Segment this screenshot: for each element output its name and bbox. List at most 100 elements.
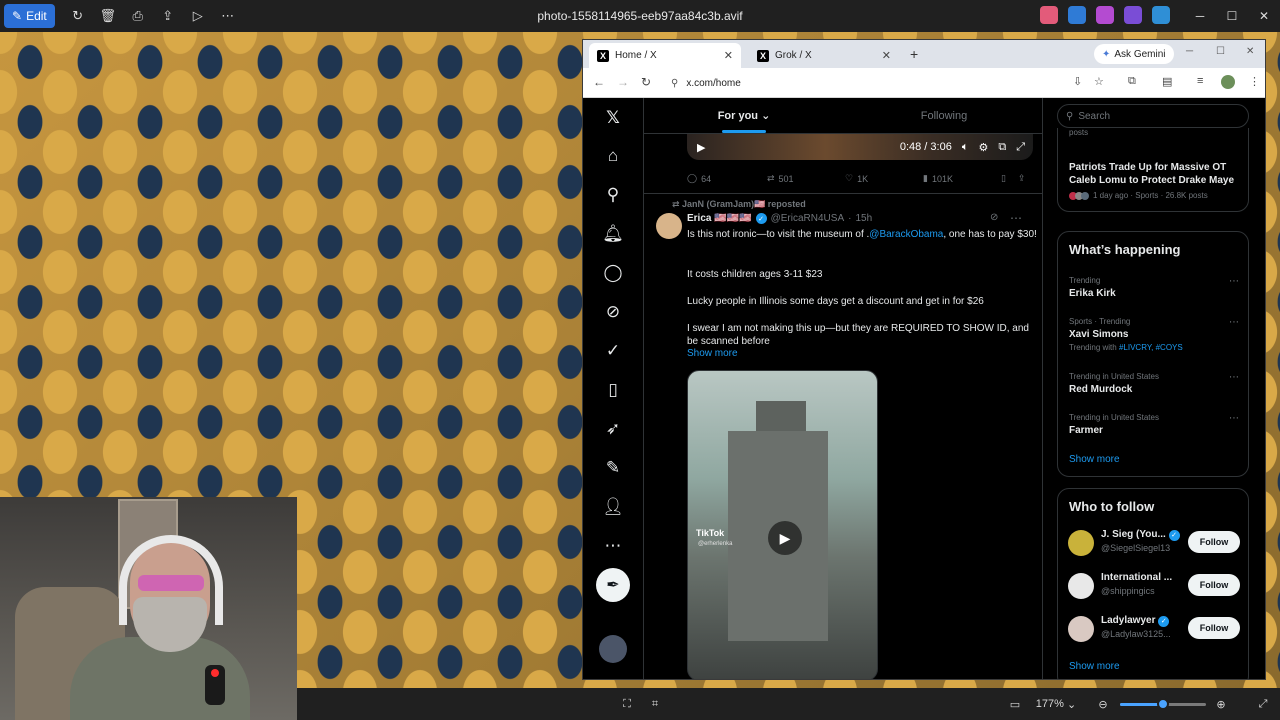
play-icon[interactable]: ▶ [697,141,705,154]
grok-icon[interactable]: ⊘ [990,212,998,223]
share-icon[interactable]: ⇪ [153,4,183,28]
tab-home[interactable]: X Home / X ✕ [589,43,741,68]
grok-icon[interactable]: ⊘ [601,300,625,324]
follow-button[interactable]: Follow [1188,574,1240,596]
trend-item[interactable]: Trending in United States Farmer ⋯ [1069,413,1239,436]
messages-icon[interactable]: ◯ [601,261,625,285]
mention-link[interactable]: @BarackObama [869,229,943,240]
news-card[interactable]: posts Patriots Trade Up for Massive OT C… [1057,128,1249,212]
close-icon[interactable]: ✕ [1248,0,1280,32]
views-button[interactable]: ▮ 101K [923,173,997,184]
designer-icon[interactable] [1068,6,1086,24]
avatar[interactable] [1068,573,1094,599]
minimize-icon[interactable]: ─ [1184,0,1216,32]
trend-item[interactable]: Trending Erika Kirk ⋯ [1069,276,1239,299]
sidepanel-icon[interactable]: ▤ [1162,75,1172,88]
url-field[interactable]: ⚲ x.com/home [661,72,1091,94]
trend-hashtags[interactable]: #LIVCRY, #COYS [1119,343,1183,352]
minimize-icon[interactable]: ─ [1186,46,1193,57]
more-icon[interactable]: ⋯ [601,534,625,558]
copilot-icon[interactable] [1040,6,1058,24]
tab-close-icon[interactable]: ✕ [724,49,733,62]
avatar[interactable] [1068,530,1094,556]
more-icon[interactable]: ⋯ [1229,413,1239,424]
profile-avatar[interactable] [1221,75,1235,89]
bookmark-icon[interactable]: ▯ [1001,173,1006,184]
author-name[interactable]: Erica 🇺🇸🇺🇸🇺🇸 [687,213,752,224]
like-button[interactable]: ♡ 1K [845,173,923,184]
tab-close-icon[interactable]: ✕ [882,49,891,62]
follow-button[interactable]: Follow [1188,531,1240,553]
follow-button[interactable]: Follow [1188,617,1240,639]
tab-following[interactable]: Following [844,98,1042,133]
follow-suggestion[interactable]: International ... @shippingics Follow [1068,570,1240,602]
follow-suggestion[interactable]: Ladylawyer ✓ @Ladylaw3125... Follow [1068,613,1240,645]
more-icon[interactable]: ⋯ [1229,372,1239,383]
profile-icon[interactable]: 👤︎ [601,495,625,519]
text-select-icon[interactable]: ⌗ [645,694,665,714]
install-icon[interactable]: ⇩ [1073,75,1082,88]
account-avatar[interactable] [599,635,627,663]
ask-gemini-button[interactable]: ✦ Ask Gemini [1094,44,1174,64]
volume-icon[interactable]: 🔈︎ [962,141,969,154]
avatar[interactable] [656,213,682,239]
home-icon[interactable]: ⌂ [601,144,625,168]
rotate-icon[interactable]: ↻ [63,4,93,28]
play-icon[interactable]: ▶ [768,521,802,555]
articles-icon[interactable]: ✎ [601,456,625,480]
print-icon[interactable]: ⎙ [123,4,153,28]
zoom-slider[interactable] [1120,698,1206,710]
bookmarks-icon[interactable]: ▯ [601,378,625,402]
search-icon[interactable]: ⚲ [601,183,625,207]
forward-icon[interactable]: → [617,75,629,89]
compose-post-button[interactable]: ✒ [596,568,630,602]
reload-icon[interactable]: ↻ [641,75,651,89]
follow-suggestion[interactable]: J. Sieg (You... ✓ @SiegelSiegel13 Follow [1068,527,1240,559]
pip-icon[interactable]: ⧉ [998,141,1006,154]
trend-item[interactable]: Sports · Trending Xavi Simons Trending w… [1069,317,1239,352]
media-icon[interactable] [1124,6,1142,24]
fit-screen-icon[interactable]: ⛶ [617,694,637,714]
show-more-link[interactable]: Show more [687,348,738,359]
jobs-icon[interactable]: ➶ [601,417,625,441]
tab-for-you[interactable]: For you ⌄ [644,98,844,133]
search-input[interactable]: ⚲ Search [1057,104,1249,128]
clipchamp-icon[interactable] [1096,6,1114,24]
back-icon[interactable]: ← [593,75,605,89]
video-player[interactable]: ▶ 0:48 / 3:06 🔈︎ ⚙ ⧉ ⤢ [687,134,1033,160]
more-icon[interactable]: ⋯ [213,4,243,28]
maximize-icon[interactable]: ☐ [1216,0,1248,32]
more-icon[interactable]: ⋯ [1229,276,1239,287]
video-embed[interactable]: TikTok @erherlenka ▶ [687,370,878,679]
repost-button[interactable]: ⇄ 501 [767,173,845,184]
reply-button[interactable]: ◯ 64 [687,173,767,184]
post-time[interactable]: 15h [855,213,872,224]
site-info-icon[interactable]: ⚲ [671,78,678,89]
zoom-out-icon[interactable]: ⊖ [1093,694,1113,714]
bookmark-star-icon[interactable]: ☆ [1094,75,1104,88]
menu-icon[interactable]: ⋮ [1249,75,1260,88]
zoom-select[interactable]: 177% ⌄ [1033,694,1079,714]
edit-button[interactable]: ✎ Edit [4,4,55,28]
trend-item[interactable]: Trending in United States Red Murdock ⋯ [1069,372,1239,395]
zoom-slider-thumb[interactable] [1157,698,1169,710]
more-icon[interactable]: ⋯ [1010,211,1022,225]
notifications-icon[interactable]: 🔔︎ [601,222,625,246]
repost-context[interactable]: ⇄ JanN (GramJam)🇺🇸 reposted [672,199,806,210]
settings-icon[interactable]: ⚙ [978,141,988,154]
new-tab-icon[interactable]: + [910,46,918,62]
more-icon[interactable]: ⋯ [1229,317,1239,328]
extensions-icon[interactable]: ⧉ [1128,75,1136,88]
tab-grok[interactable]: X Grok / X ✕ [749,43,899,68]
media-controls-icon[interactable]: ≡ [1197,75,1203,87]
show-more-link[interactable]: Show more [1069,661,1120,672]
share-icon[interactable]: ⇪ [1018,173,1026,184]
verified-icon[interactable]: ✓ [601,339,625,363]
author-handle[interactable]: @EricaRN4USA [771,213,845,224]
avatar[interactable] [1068,616,1094,642]
zoom-in-icon[interactable]: ⊕ [1211,694,1231,714]
delete-icon[interactable]: 🗑 [93,4,123,28]
show-more-link[interactable]: Show more [1069,454,1120,465]
fullscreen-icon[interactable]: ⤢ [1253,694,1273,714]
x-home-logo-icon[interactable]: 𝕏 [601,106,625,130]
